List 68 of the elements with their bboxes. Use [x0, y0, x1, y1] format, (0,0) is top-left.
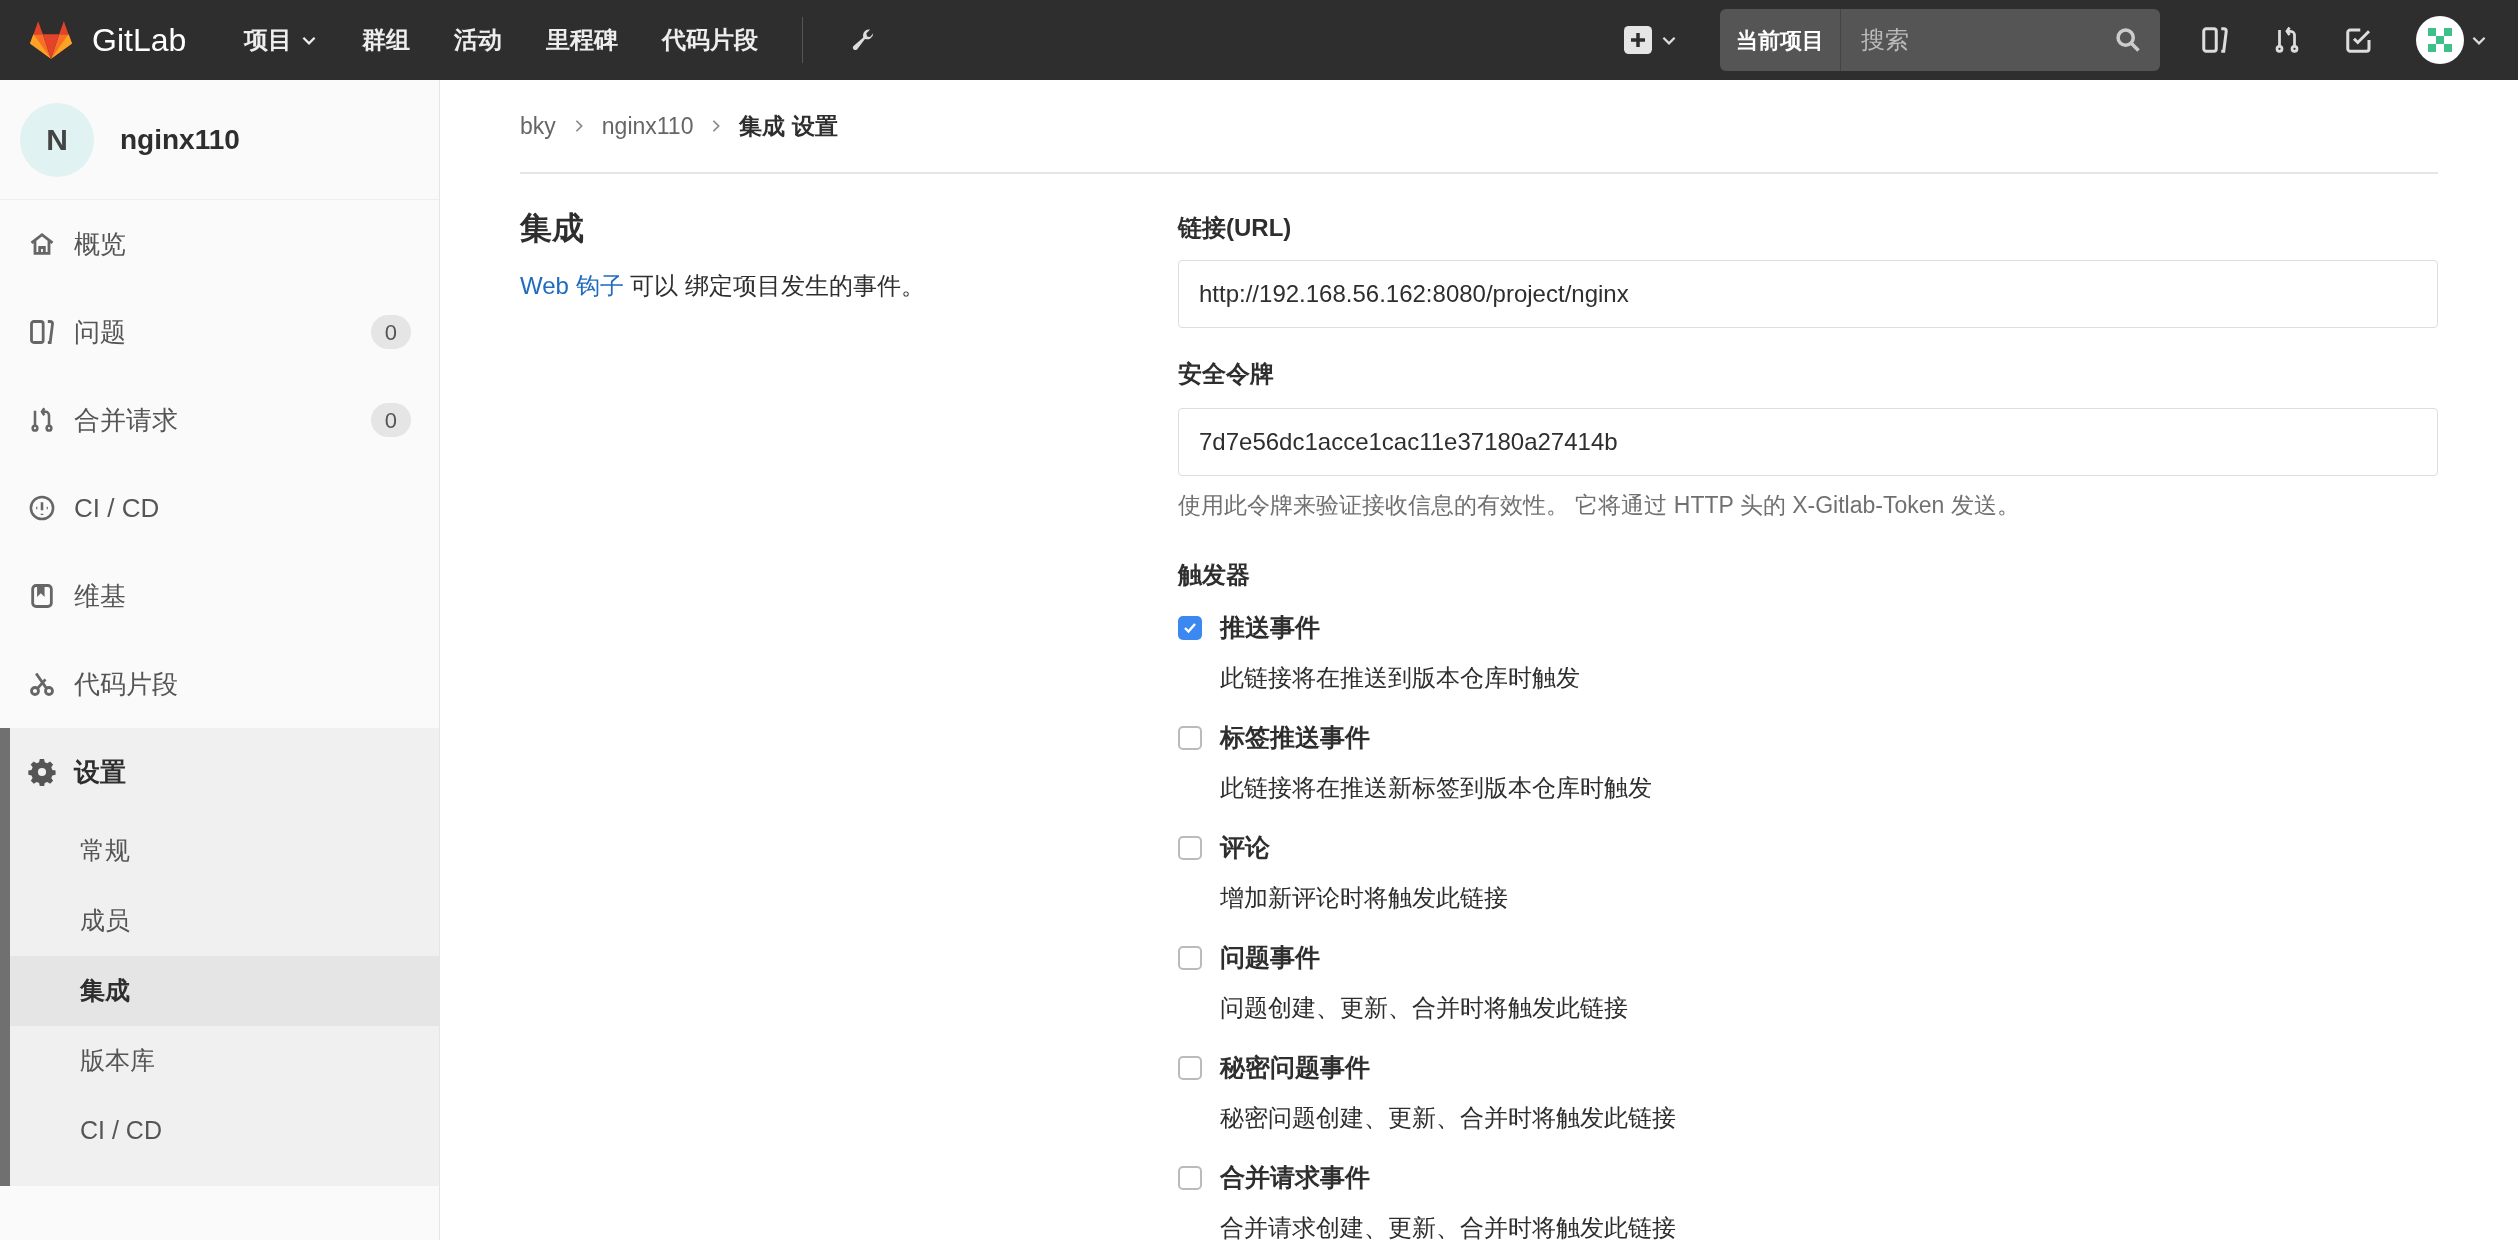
checkbox[interactable]	[1178, 835, 1202, 860]
help-text: 使用此令牌来验证接收信息的有效性。 它将通过 HTTP 头的 X-Gitlab-Token 发送。	[1178, 491, 2021, 520]
home-icon	[28, 230, 56, 258]
sidebar-item[interactable]: 代码片段	[0, 640, 439, 728]
url-input-field[interactable]: http://192.168.56.162:8080/project/nginx	[1178, 260, 2438, 328]
issues-icon	[28, 318, 56, 346]
count-badge: 0	[370, 403, 411, 437]
checkbox[interactable]	[1178, 1055, 1202, 1080]
trigger-description: 问题创建、更新、合并时将触发此链接	[1219, 992, 1629, 1023]
sidebar-item[interactable]: 设置	[10, 728, 439, 816]
checkbox-label: 评论	[1220, 831, 1270, 863]
search-icon	[2114, 26, 2142, 54]
checkbox-label: 标签推送事件	[1220, 721, 1370, 753]
book-icon	[28, 582, 56, 610]
count-badge: 0	[370, 315, 411, 349]
token-input-field[interactable]: 7d7e56dc1acce1cac11e37180a27414b	[1178, 408, 2438, 476]
sidebar-item[interactable]: 维基	[0, 552, 439, 640]
breadcrumb-link[interactable]: nginx110	[601, 108, 694, 144]
sidebar-item[interactable]: 概览	[0, 200, 439, 288]
brand-link[interactable]: GitLab	[92, 16, 187, 64]
trigger-description: 增加新评论时将触发此链接	[1219, 882, 1509, 913]
checkbox[interactable]	[1178, 615, 1202, 640]
avatar-icon	[2416, 16, 2464, 64]
plus-icon	[1624, 26, 1652, 54]
fox-logo-icon	[30, 20, 72, 60]
checkbox[interactable]	[1178, 1165, 1202, 1190]
trigger-description: 此链接将在推送到版本仓库时触发	[1219, 662, 1581, 693]
sidebar-subitem[interactable]: 版本库	[10, 1026, 439, 1096]
sidebar-subitem[interactable]: 成员	[10, 886, 439, 956]
field-label: 安全令牌	[1178, 359, 1275, 389]
nav-link[interactable]: 代码片段	[662, 22, 759, 58]
nav-link[interactable]: 群组	[362, 22, 411, 58]
section-description: Web 钩子 可以 绑定项目发生的事件。	[520, 271, 926, 301]
field-label: 触发器	[1178, 559, 1251, 590]
new-item-button[interactable]	[1624, 26, 1678, 54]
sidebar-item[interactable]: CI / CD	[0, 464, 439, 552]
sidebar-subitem[interactable]: 常规	[10, 816, 439, 886]
trigger-description: 此链接将在推送新标签到版本仓库时触发	[1219, 772, 1653, 803]
search-field[interactable]: 当前项目 搜索	[1720, 9, 2160, 71]
trigger-description: 合并请求创建、更新、合并时将触发此链接	[1219, 1212, 1677, 1240]
sidebar-item[interactable]: 问题 0	[0, 288, 439, 376]
checkbox-label: 秘密问题事件	[1220, 1051, 1370, 1083]
trigger-description: 秘密问题创建、更新、合并时将触发此链接	[1219, 1102, 1677, 1133]
checkbox-label: 推送事件	[1220, 611, 1320, 643]
field-label: 链接(URL)	[1178, 213, 1293, 243]
settings-icon	[28, 758, 56, 786]
user-menu-button[interactable]	[2416, 16, 2488, 64]
merge-request-icon	[28, 406, 56, 434]
nav-link[interactable]: 活动	[454, 22, 503, 58]
section-title: 集成	[520, 209, 585, 248]
sidebar-item[interactable]: 合并请求 0	[0, 376, 439, 464]
webhook-link[interactable]: Web 钩子	[520, 272, 624, 299]
breadcrumb-link[interactable]: bky	[520, 108, 556, 144]
search-scope[interactable]: 当前项目	[1720, 9, 1841, 71]
breadcrumb-link[interactable]: 集成 设置	[739, 108, 838, 144]
checkbox[interactable]	[1178, 725, 1202, 750]
project-name[interactable]: nginx110	[120, 118, 240, 161]
nav-link[interactable]: 项目	[244, 22, 319, 58]
issues-icon[interactable]	[2200, 25, 2230, 55]
gauge-icon	[28, 494, 56, 522]
checkbox[interactable]	[1178, 945, 1202, 970]
sidebar-subitem[interactable]: CI / CD	[10, 1096, 439, 1166]
project-avatar: N	[20, 102, 94, 177]
scissors-icon	[28, 670, 56, 698]
sidebar-subitem[interactable]: 集成	[10, 956, 439, 1026]
checkbox-label: 问题事件	[1220, 941, 1320, 973]
nav-link[interactable]: 里程碑	[546, 22, 619, 58]
checkbox-label: 合并请求事件	[1220, 1161, 1370, 1193]
